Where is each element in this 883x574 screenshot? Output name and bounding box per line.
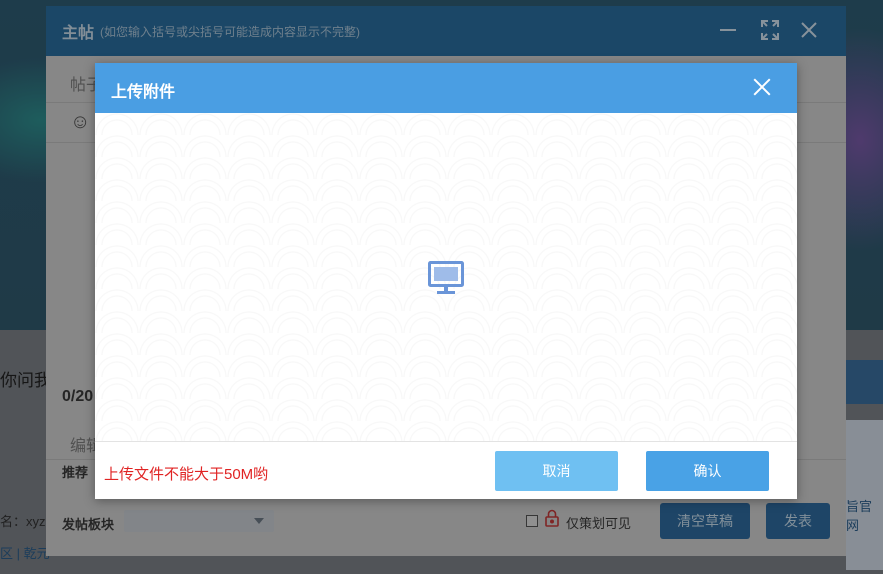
confirm-button[interactable]: 确认 xyxy=(646,451,769,491)
dialog-header: 上传附件 xyxy=(95,63,797,113)
upload-attachment-dialog: 上传附件 上传文件不能大于50M哟 取消 确认 xyxy=(95,63,797,499)
close-icon[interactable] xyxy=(753,78,771,96)
dialog-title: 上传附件 xyxy=(111,84,176,101)
cancel-button[interactable]: 取消 xyxy=(495,451,618,491)
monitor-icon xyxy=(428,261,464,294)
upload-drop-area[interactable] xyxy=(95,113,797,442)
upload-size-hint: 上传文件不能大于50M哟 xyxy=(104,466,269,483)
